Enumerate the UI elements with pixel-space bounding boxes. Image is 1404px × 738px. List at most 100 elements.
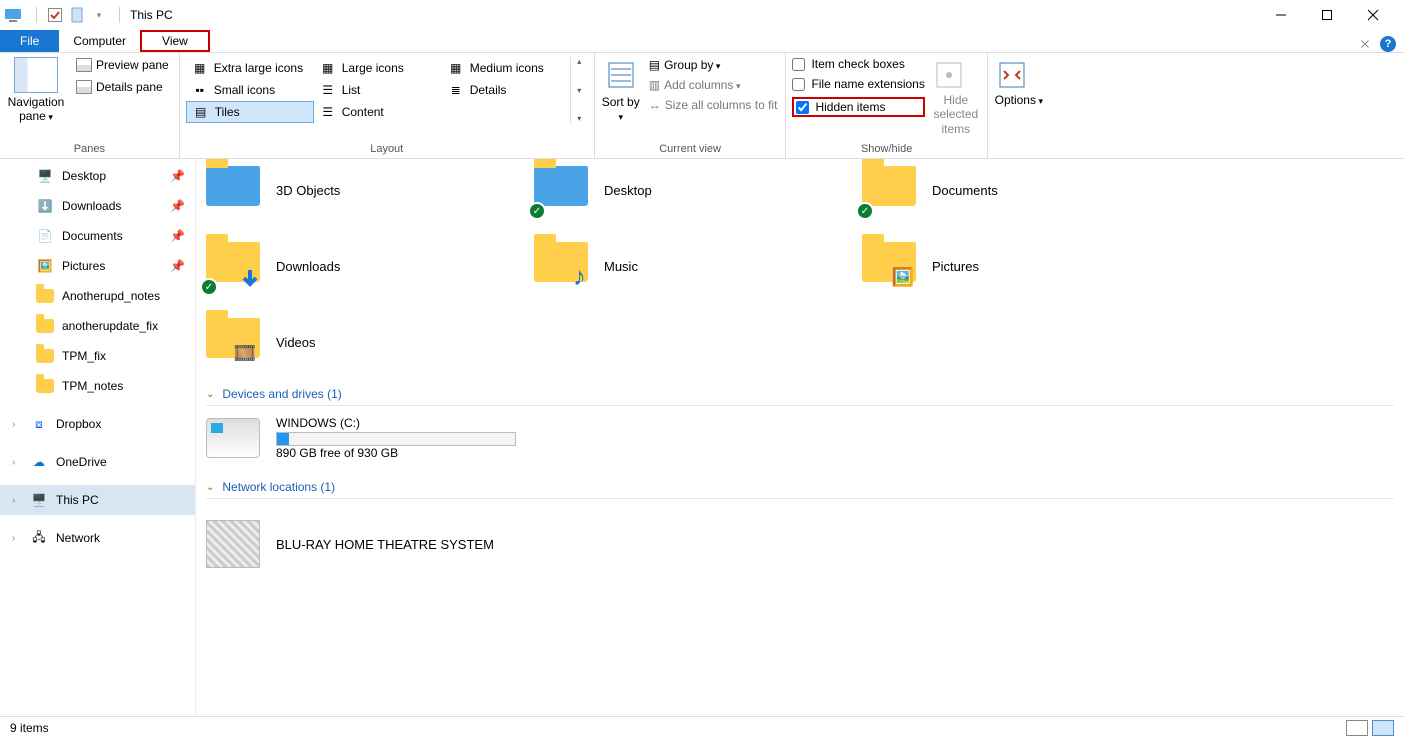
layout-extra-large-icons[interactable]: ▦Extra large icons [186,57,314,79]
layout-small-icons[interactable]: ▪▪Small icons [186,79,314,101]
document-icon[interactable] [67,5,87,25]
folder-icon [36,377,54,395]
xl-icons-icon: ▦ [192,60,208,76]
chevron-right-icon[interactable]: › [12,495,15,506]
picture-overlay-icon: 🖼️ [892,267,914,288]
nav-pictures[interactable]: 🖼️Pictures📌 [0,251,195,281]
view-details-toggle[interactable] [1346,720,1368,736]
content-pane[interactable]: 3D Objects ✓ Desktop ✓ Documents ✓ Downl… [196,159,1404,716]
sort-by-button[interactable]: Sort by [601,57,641,123]
nav-documents[interactable]: 📄Documents📌 [0,221,195,251]
group-by-icon: ▤ [649,58,660,72]
hide-selected-icon [931,57,967,93]
nav-anotherupdate-fix[interactable]: anotherupdate_fix [0,311,195,341]
downloads-icon: ⬇️ [36,197,54,215]
pc-icon [4,5,24,25]
network-device-bluray[interactable]: BLU-RAY HOME THEATRE SYSTEM [206,509,506,579]
group-label-layout: Layout [186,140,588,158]
folder-downloads[interactable]: ✓ Downloads [206,231,506,301]
size-columns-button[interactable]: ↔Size all columns to fit [647,97,780,113]
ribbon-group-show-hide: Item check boxes File name extensions Hi… [786,53,987,158]
ribbon-tabs: File Computer View ? [0,30,1404,53]
layout-large-icons[interactable]: ▦Large icons [314,57,442,79]
chevron-right-icon[interactable]: › [12,419,15,430]
drive-icon [206,418,260,458]
sort-by-label: Sort by [601,95,641,123]
folder-documents[interactable]: ✓ Documents [862,159,1162,225]
qat-dropdown-icon[interactable]: ▾ [89,5,109,25]
nav-this-pc[interactable]: ›🖥️This PC [0,485,195,515]
layout-scroll[interactable]: ▴▾▾ [570,57,588,123]
chevron-down-icon[interactable]: ⌄ [206,482,214,493]
layout-tiles[interactable]: ▤Tiles [186,101,314,123]
ribbon: Navigation pane Preview pane Details pan… [0,53,1404,159]
help-icon[interactable]: ? [1380,36,1396,52]
navigation-tree[interactable]: 🖥️Desktop📌 ⬇️Downloads📌 📄Documents📌 🖼️Pi… [0,159,196,716]
navigation-pane-label: Navigation pane [6,95,66,123]
layout-medium-icons[interactable]: ▦Medium icons [442,57,570,79]
drive-usage-bar [276,432,516,446]
nav-tpm-fix[interactable]: TPM_fix [0,341,195,371]
options-button[interactable]: Options [994,57,1044,107]
chevron-down-icon[interactable]: ⌄ [206,389,214,400]
navigation-pane-button[interactable]: Navigation pane [6,57,66,123]
folder-icon [36,317,54,335]
chevron-right-icon[interactable]: › [12,533,15,544]
hide-selected-button[interactable]: Hide selected items [931,57,981,136]
item-check-boxes-toggle[interactable]: Item check boxes [792,57,924,71]
list-icon: ☰ [320,82,336,98]
onedrive-icon: ☁ [30,453,48,471]
check-icon[interactable] [45,5,65,25]
minimize-ribbon-icon[interactable] [1358,37,1372,51]
maximize-button[interactable] [1304,0,1350,30]
view-tiles-toggle[interactable] [1372,720,1394,736]
details-pane-button[interactable]: Details pane [72,79,173,95]
hidden-items-toggle[interactable]: Hidden items [792,97,924,117]
s-icons-icon: ▪▪ [192,82,208,98]
pin-icon: 📌 [170,259,185,273]
section-devices-and-drives[interactable]: ⌄ Devices and drives (1) [206,383,1394,406]
close-button[interactable] [1350,0,1396,30]
folder-pictures[interactable]: 🖼️ Pictures [862,231,1162,301]
tab-computer[interactable]: Computer [59,30,140,52]
chevron-down-icon: ▾ [577,86,581,95]
nav-downloads[interactable]: ⬇️Downloads📌 [0,191,195,221]
file-name-extensions-toggle[interactable]: File name extensions [792,77,924,91]
chevron-right-icon[interactable]: › [12,457,15,468]
group-by-button[interactable]: ▤Group by [647,57,780,73]
preview-pane-icon [76,58,92,72]
tab-file[interactable]: File [0,30,59,52]
folder-desktop[interactable]: ✓ Desktop [534,159,834,225]
navigation-pane-icon [14,57,58,93]
folder-music[interactable]: ♪ Music [534,231,834,301]
tab-view[interactable]: View [140,30,210,52]
nav-tpm-notes[interactable]: TPM_notes [0,371,195,401]
nav-onedrive[interactable]: ›☁OneDrive [0,447,195,477]
folder-videos[interactable]: 🎞️ Videos [206,307,506,377]
film-overlay-icon: 🎞️ [234,343,256,364]
status-item-count: 9 items [10,721,49,735]
quick-access-toolbar: ▾ [4,5,109,25]
preview-pane-button[interactable]: Preview pane [72,57,173,73]
nav-anotherupd-notes[interactable]: Anotherupd_notes [0,281,195,311]
folder-icon: ✓ [534,166,588,214]
layout-details[interactable]: ≣Details [442,79,570,101]
minimize-button[interactable] [1258,0,1304,30]
folder-icon: ♪ [534,242,588,290]
nav-desktop[interactable]: 🖥️Desktop📌 [0,161,195,191]
folder-icon [36,287,54,305]
section-network-locations[interactable]: ⌄ Network locations (1) [206,476,1394,499]
folder-3d-objects[interactable]: 3D Objects [206,159,506,225]
divider [119,7,120,23]
nav-dropbox[interactable]: ›⧈Dropbox [0,409,195,439]
layout-content[interactable]: ☰Content [314,101,442,123]
dropbox-icon: ⧈ [30,415,48,433]
preview-pane-label: Preview pane [96,58,169,72]
add-columns-button[interactable]: ▥Add columns [647,77,780,93]
divider [36,7,37,23]
group-label-panes: Panes [6,140,173,158]
layout-list[interactable]: ☰List [314,79,442,101]
drive-windows-c[interactable]: WINDOWS (C:) 890 GB free of 930 GB [206,416,1394,460]
nav-network[interactable]: ›🖧Network [0,523,195,553]
ribbon-group-options: Options [988,53,1050,158]
